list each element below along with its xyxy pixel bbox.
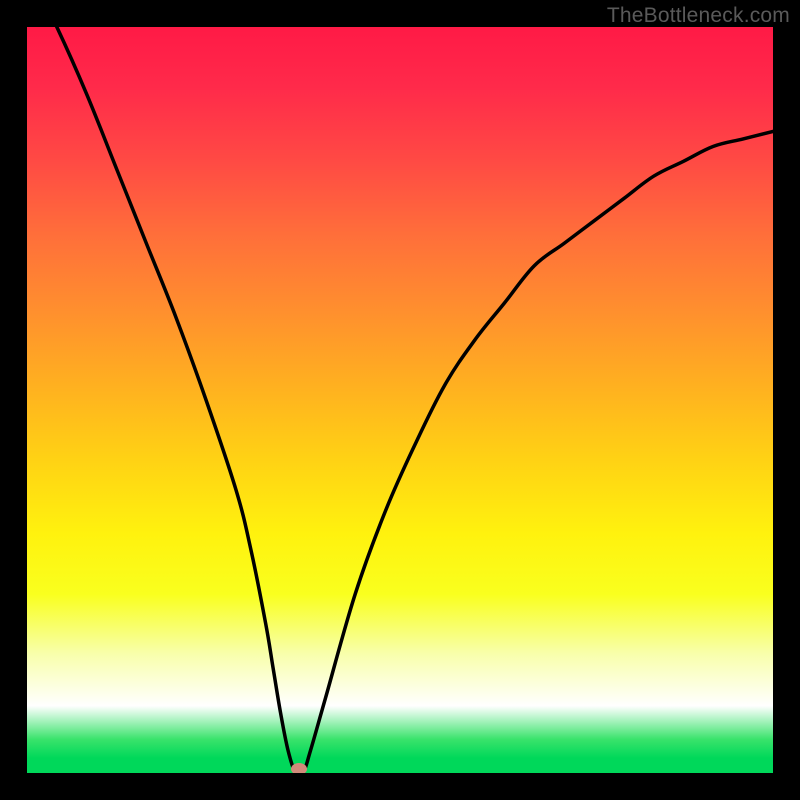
plot-area (27, 27, 773, 773)
bottleneck-curve (27, 27, 773, 773)
watermark-text: TheBottleneck.com (607, 4, 790, 28)
curve-svg (27, 27, 773, 773)
optimum-marker (291, 763, 307, 773)
chart-container: TheBottleneck.com (0, 0, 800, 800)
